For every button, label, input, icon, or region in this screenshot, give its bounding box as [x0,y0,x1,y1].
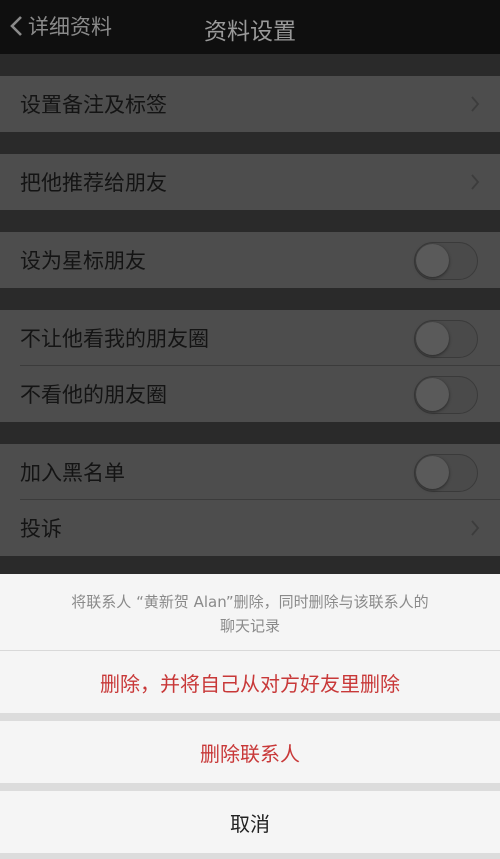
settings-group-recommend: 把他推荐给朋友 [0,154,500,210]
setting-label: 把他推荐给朋友 [20,171,167,195]
chevron-right-icon [471,520,480,536]
toggle-knob [416,322,449,355]
settings-group-moments: 不让他看我的朋友圈 不看他的朋友圈 [0,310,500,422]
toggle-knob [416,456,449,489]
setting-hide-my-moments: 不让他看我的朋友圈 [0,310,500,366]
delete-contact-button[interactable]: 删除联系人 [0,721,500,783]
delete-action-sheet: 将联系人 “黄新贺 Alan”删除，同时删除与该联系人的 聊天记录 删除，并将自… [0,574,500,859]
hide-my-moments-toggle[interactable] [414,320,478,358]
setting-blacklist: 加入黑名单 [0,444,500,500]
delete-mutual-button[interactable]: 删除，并将自己从对方好友里删除 [0,651,500,713]
sheet-message-line: 聊天记录 [219,617,280,635]
settings-group-star: 设为星标朋友 [0,232,500,288]
setting-complain[interactable]: 投诉 [0,500,500,556]
toggle-knob [416,244,449,277]
cancel-button[interactable]: 取消 [0,791,500,853]
setting-label: 不看他的朋友圈 [20,383,167,407]
setting-label: 设置备注及标签 [20,93,167,117]
setting-label: 加入黑名单 [20,461,125,485]
setting-label: 不让他看我的朋友圈 [20,327,209,351]
star-friend-toggle[interactable] [414,242,478,280]
setting-remark-tags[interactable]: 设置备注及标签 [0,76,500,132]
hide-his-moments-toggle[interactable] [414,376,478,414]
sheet-message-line: 将联系人 “黄新贺 Alan”删除，同时删除与该联系人的 [71,593,429,611]
sheet-message: 将联系人 “黄新贺 Alan”删除，同时删除与该联系人的 聊天记录 [0,574,500,650]
toggle-knob [416,378,449,411]
chevron-right-icon [471,174,480,190]
navigation-bar: 详细资料 资料设置 [0,0,500,54]
setting-label: 投诉 [20,517,62,541]
setting-recommend-friend[interactable]: 把他推荐给朋友 [0,154,500,210]
chevron-right-icon [471,96,480,112]
blacklist-toggle[interactable] [414,454,478,492]
setting-hide-his-moments: 不看他的朋友圈 [0,366,500,422]
setting-star-friend: 设为星标朋友 [0,232,500,288]
page-title: 资料设置 [204,19,296,45]
settings-list: 设置备注及标签 把他推荐给朋友 设为星标朋友 不让他看我的朋友圈 不看他的朋友圈… [0,54,500,556]
setting-label: 设为星标朋友 [20,249,146,273]
settings-group-block: 加入黑名单 投诉 [0,444,500,556]
settings-group-remark: 设置备注及标签 [0,76,500,132]
